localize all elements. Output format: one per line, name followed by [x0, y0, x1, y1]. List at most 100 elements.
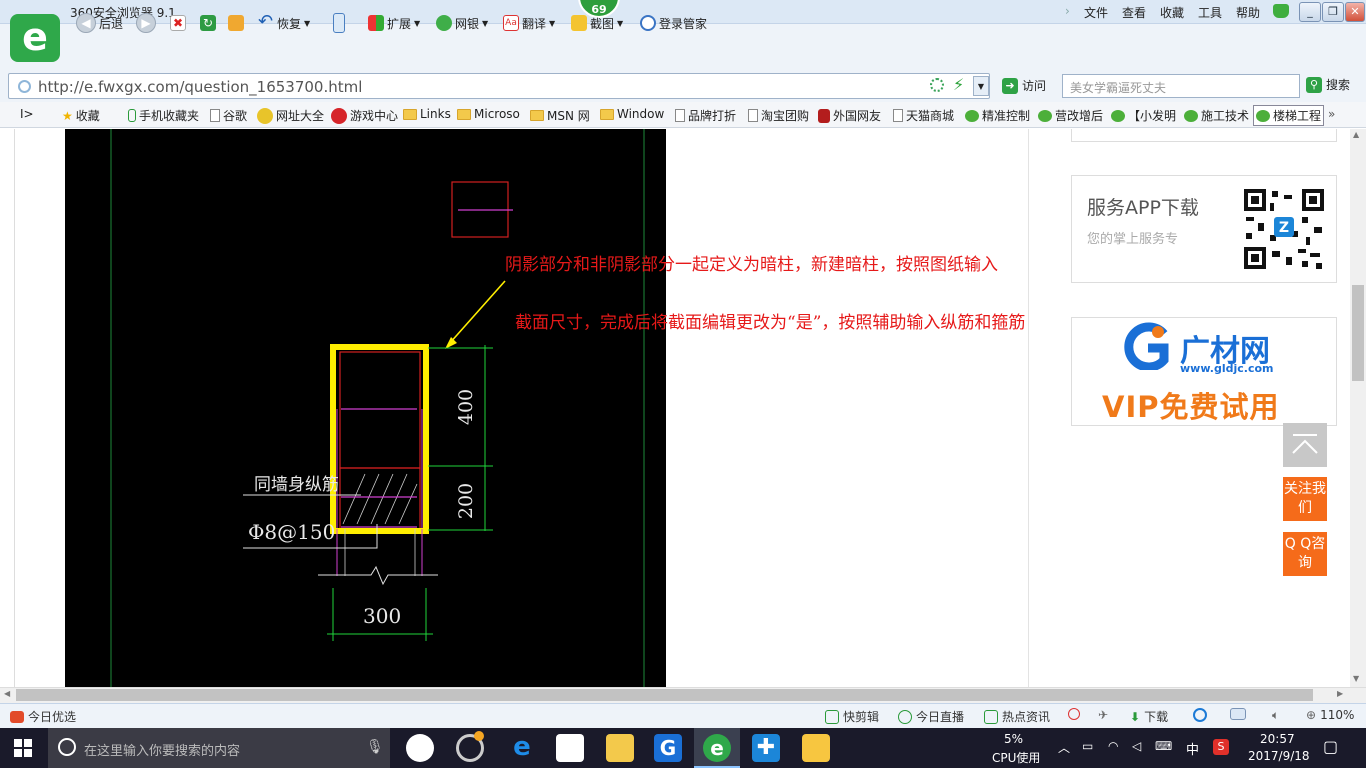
fav-item-links[interactable]: Links [403, 107, 451, 121]
site-info-icon[interactable] [18, 80, 31, 93]
fav-item-collect[interactable]: ★ 收藏 [62, 107, 100, 124]
clock-time[interactable]: 20:57 [1260, 732, 1295, 746]
windows-start-icon[interactable] [14, 739, 32, 760]
stop-button[interactable]: ✖ [170, 12, 186, 34]
window-icon[interactable] [1230, 708, 1246, 720]
qr-code-icon[interactable]: Z [1242, 187, 1326, 271]
scroll-right-icon[interactable]: ▶ [1337, 689, 1343, 698]
search-placeholder: 美女学霸逼死丈夫 [1070, 81, 1167, 95]
fav-item-windows[interactable]: Window [600, 107, 664, 121]
menu-help[interactable]: 帮助 [1236, 4, 1260, 21]
back-to-top-button[interactable] [1283, 423, 1327, 467]
sogou-ime-icon[interactable]: S [1213, 739, 1229, 755]
download-button[interactable]: ⬇ 下载 [1130, 708, 1168, 725]
back-arrow-icon: ◀ [76, 13, 96, 33]
menu-view[interactable]: 查看 [1122, 4, 1146, 21]
play-icon [825, 709, 839, 724]
fav-item-nav[interactable]: 网址大全 [257, 107, 324, 124]
restore-button[interactable]: ❐ [1322, 2, 1344, 22]
pin-icon[interactable]: ✈ [1098, 708, 1108, 722]
today-picks[interactable]: 今日优选 [10, 708, 76, 725]
fav-item-vat[interactable]: 营改增后 [1038, 107, 1103, 124]
fav-item-mobile[interactable]: 手机收藏夹 [128, 107, 199, 124]
bank-button[interactable]: 网银 ▼ [436, 12, 488, 34]
remote-tool-icon[interactable]: ✚ [752, 734, 780, 762]
more-favorites-icon[interactable]: » [1328, 107, 1335, 121]
ime-indicator[interactable]: 中 [1186, 739, 1199, 758]
wifi-icon[interactable]: ◠ [1108, 739, 1118, 753]
file-explorer-icon[interactable] [606, 734, 634, 762]
loading-icon [930, 78, 944, 92]
action-center-icon[interactable]: ▢ [1323, 737, 1338, 756]
horizontal-scroll-thumb[interactable] [16, 689, 1313, 701]
keyboard-icon[interactable]: ⌨ [1155, 739, 1172, 753]
scroll-up-icon[interactable]: ▲ [1353, 130, 1359, 139]
scroll-left-icon[interactable]: ◀ [4, 689, 10, 698]
follow-us-button[interactable]: 关注我们 [1283, 477, 1327, 521]
fav-item-foreign[interactable]: 外国网友 [818, 107, 881, 124]
volume-icon[interactable]: 🔈︎ [1272, 708, 1279, 723]
glodon-g-icon[interactable]: G [654, 734, 682, 762]
back-button[interactable]: ◀ 后退 [76, 12, 123, 34]
refresh-button[interactable]: ↻ [200, 12, 216, 34]
app-fan-icon[interactable] [406, 734, 434, 762]
skin-shirt-icon[interactable] [1273, 4, 1289, 18]
microphone-icon[interactable]: 🎙︎ [366, 739, 384, 755]
vertical-scrollbar[interactable] [1350, 129, 1366, 687]
hot-news[interactable]: 热点资讯 [984, 708, 1050, 725]
undo-icon: ↶ [258, 11, 274, 32]
minimize-button[interactable]: _ [1299, 2, 1321, 22]
sidebar-toggle-icon[interactable]: I> [20, 107, 34, 121]
fav-item-invention[interactable]: 【小发明 [1111, 107, 1176, 124]
today-live[interactable]: 今日直播 [898, 708, 964, 725]
edge-browser-icon[interactable]: e [508, 734, 536, 762]
fav-item-precise[interactable]: 精准控制 [965, 107, 1030, 124]
extensions-icon [368, 15, 384, 31]
zoom-control[interactable]: ⊕ 110% [1306, 708, 1354, 722]
translate-button[interactable]: Aa 翻译 ▼ [503, 12, 555, 34]
battery-icon[interactable]: ▭ [1082, 739, 1093, 753]
zoom-icon: ⊕ [1306, 708, 1317, 722]
fav-item-msn[interactable]: MSN 网 [530, 107, 590, 124]
extend-button[interactable]: 扩展 ▼ [368, 12, 420, 34]
phone-icon [128, 109, 136, 122]
qq-consult-button[interactable]: Q Q咨询 [1283, 532, 1327, 576]
visit-button[interactable]: ➜ 访问 [1002, 77, 1046, 94]
fav-item-games[interactable]: 游戏中心 [331, 107, 398, 124]
menu-file[interactable]: 文件 [1084, 4, 1108, 21]
store-icon[interactable] [556, 734, 584, 762]
fav-item-stairs[interactable]: 楼梯工程 [1253, 105, 1325, 126]
fav-item-construction[interactable]: 施工技术 [1184, 107, 1249, 124]
ie-icon[interactable] [1193, 708, 1207, 722]
menu-favorites[interactable]: 收藏 [1160, 4, 1184, 21]
mobile-button[interactable] [333, 12, 345, 34]
chevron-right-icon[interactable]: › [1065, 4, 1070, 18]
close-button[interactable]: ✕ [1345, 2, 1365, 22]
fav-item-microsoft[interactable]: Microso [457, 107, 520, 121]
browser-logo-icon[interactable]: e [10, 14, 60, 62]
health-icon[interactable] [1068, 708, 1080, 720]
restore-tab-button[interactable]: ↶ 恢复 ▼ [258, 12, 310, 34]
address-dropdown-icon[interactable]: ▼ [973, 76, 989, 96]
fav-item-google[interactable]: 谷歌 [210, 107, 247, 124]
clock-date[interactable]: 2017/9/18 [1248, 749, 1310, 763]
notes-app-icon[interactable] [802, 734, 830, 762]
fav-item-brand[interactable]: 品牌打折 [675, 107, 736, 124]
quick-edit[interactable]: 快剪辑 [825, 708, 879, 725]
lightning-icon[interactable]: ⚡ [953, 75, 964, 94]
browser-360-icon[interactable]: e [703, 734, 731, 762]
tray-expand-icon[interactable]: ︿ [1058, 739, 1070, 756]
speaker-icon[interactable]: ◁ [1132, 739, 1141, 753]
menu-tools[interactable]: 工具 [1198, 4, 1222, 21]
vertical-scroll-thumb[interactable] [1352, 285, 1364, 381]
url-text[interactable]: http://e.fwxgx.com/question_1653700.html [38, 78, 362, 96]
forward-button[interactable]: ▶ [136, 12, 156, 34]
screenshot-button[interactable]: 截图 ▼ [571, 12, 623, 34]
search-button[interactable]: ⚲ 搜索 [1306, 76, 1350, 93]
home-button[interactable] [228, 12, 244, 34]
scroll-down-icon[interactable]: ▼ [1353, 674, 1359, 683]
fav-item-tmall[interactable]: 天猫商城 [893, 107, 954, 124]
page-red-icon [818, 108, 830, 123]
login-manager-button[interactable]: 登录管家 [640, 12, 707, 34]
fav-item-taobao[interactable]: 淘宝团购 [748, 107, 809, 124]
